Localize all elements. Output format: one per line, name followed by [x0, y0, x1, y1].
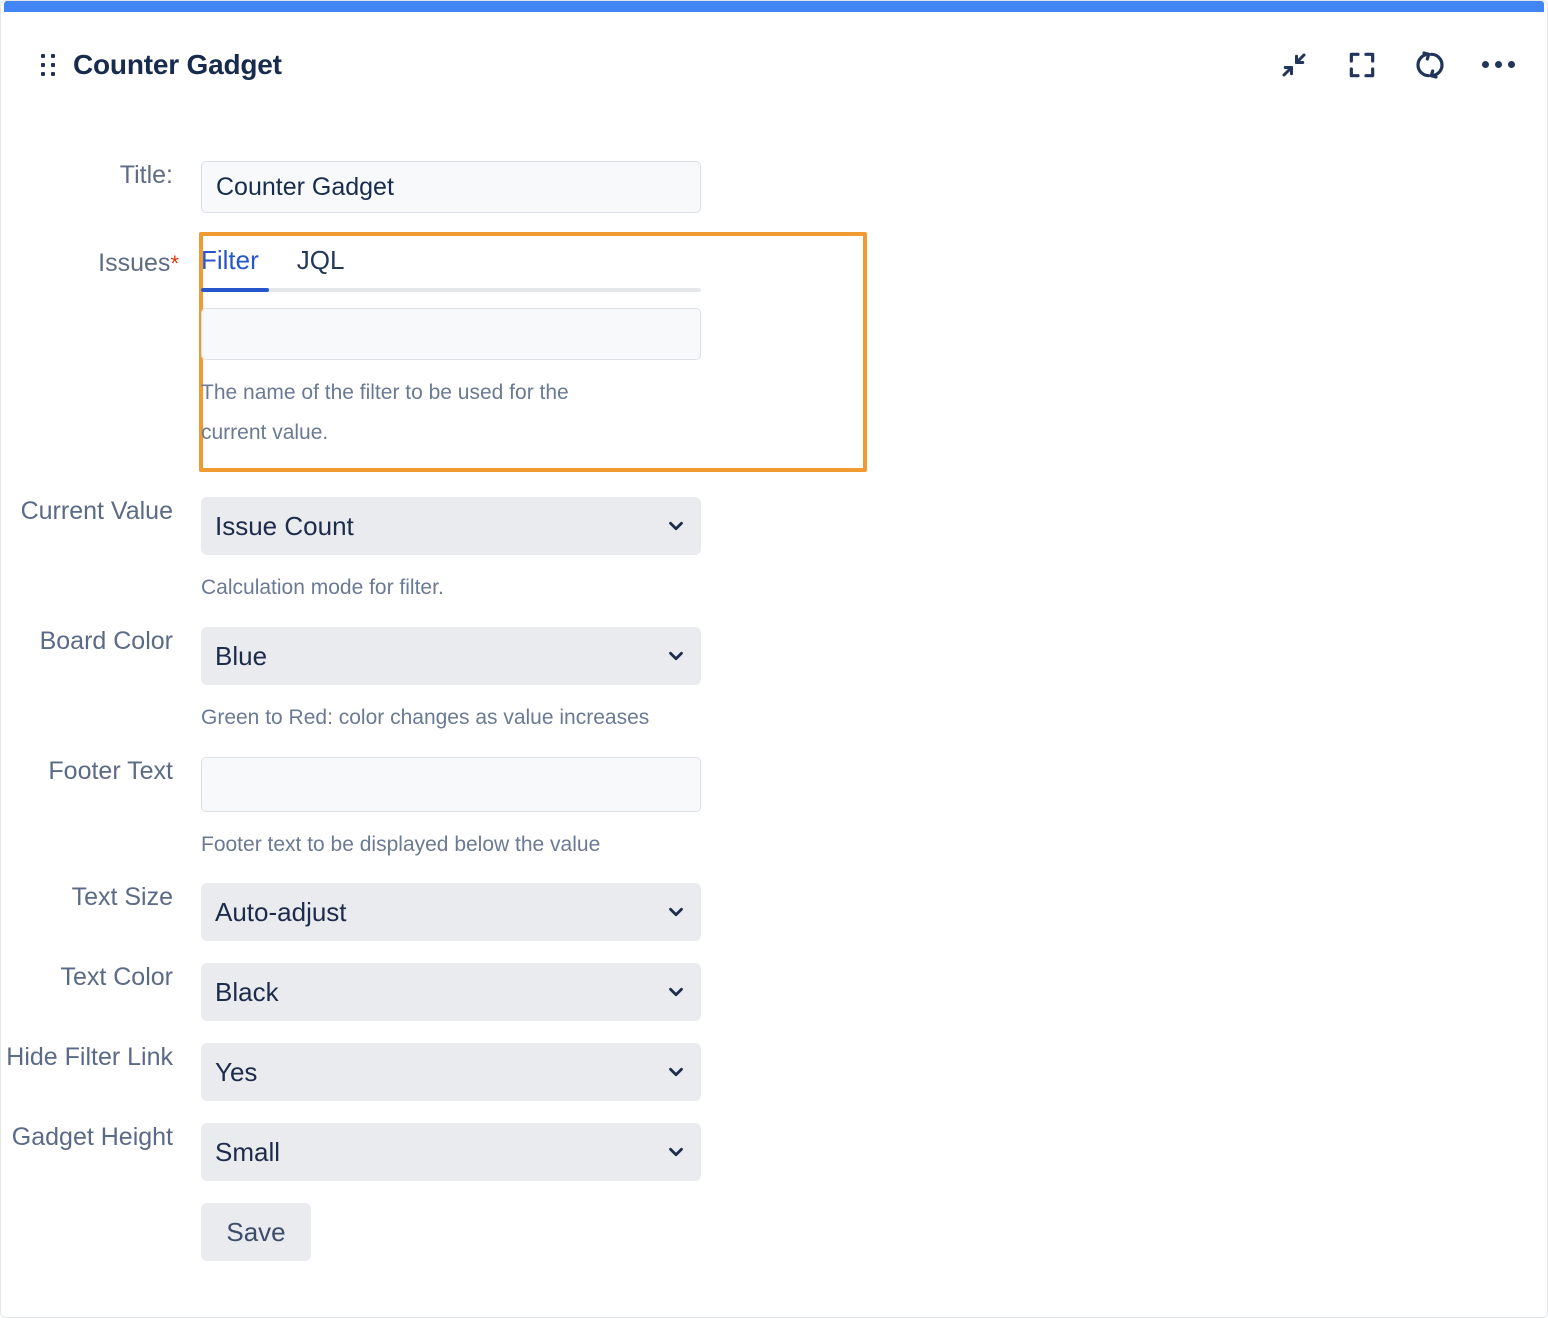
hide-filter-link-label: Hide Filter Link: [1, 1043, 201, 1072]
chevron-down-icon: [665, 645, 687, 667]
board-color-help-text: Green to Red: color changes as value inc…: [201, 698, 721, 738]
board-color-label: Board Color: [1, 627, 201, 656]
text-size-selected: Auto-adjust: [215, 897, 347, 928]
gadget-header: Counter Gadget: [1, 12, 1547, 117]
chevron-down-icon: [665, 981, 687, 1003]
field-gadget-height: Gadget Height Small: [1, 1123, 701, 1181]
required-asterisk: *: [170, 251, 179, 276]
field-board-color: Board Color Blue Green to Red: color cha…: [1, 627, 701, 738]
board-color-select[interactable]: Blue: [201, 627, 701, 685]
gadget-window: Counter Gadget: [0, 0, 1548, 1318]
issues-label: Issues*: [1, 245, 201, 278]
field-hide-filter-link: Hide Filter Link Yes: [1, 1043, 701, 1101]
issues-label-text: Issues: [98, 249, 170, 277]
current-value-label: Current Value: [1, 497, 201, 526]
field-current-value: Current Value Issue Count Calculation mo…: [1, 497, 701, 608]
drag-handle-icon[interactable]: [41, 53, 55, 77]
maximize-icon[interactable]: [1343, 46, 1381, 84]
field-text-color: Text Color Black: [1, 963, 701, 1021]
footer-text-label: Footer Text: [1, 757, 201, 786]
current-value-select[interactable]: Issue Count: [201, 497, 701, 555]
current-value-selected: Issue Count: [215, 511, 354, 542]
tabs-underline: [201, 288, 701, 292]
text-color-select[interactable]: Black: [201, 963, 701, 1021]
filter-name-input[interactable]: [201, 308, 701, 360]
gadget-title: Counter Gadget: [73, 49, 282, 81]
footer-text-help-text: Footer text to be displayed below the va…: [201, 825, 721, 865]
field-footer-text: Footer Text Footer text to be displayed …: [1, 757, 701, 865]
title-input[interactable]: [201, 161, 701, 213]
refresh-icon[interactable]: [1411, 46, 1449, 84]
text-size-label: Text Size: [1, 883, 201, 912]
field-issues: Issues* Filter JQL The name of the filte…: [1, 245, 701, 453]
footer-text-input[interactable]: [201, 757, 701, 812]
hide-filter-link-select[interactable]: Yes: [201, 1043, 701, 1101]
gadget-config-form: Title: Issues* Filter JQL The n: [1, 117, 1547, 1317]
save-button[interactable]: Save: [201, 1203, 311, 1261]
window-accent-bar: [4, 1, 1544, 12]
collapse-icon[interactable]: [1275, 46, 1313, 84]
gadget-height-selected: Small: [215, 1137, 280, 1168]
tab-jql[interactable]: JQL: [297, 245, 345, 278]
tab-filter[interactable]: Filter: [201, 245, 259, 278]
save-row: . Save: [1, 1203, 701, 1261]
issues-tabs: Filter JQL: [201, 245, 701, 292]
chevron-down-icon: [665, 901, 687, 923]
chevron-down-icon: [665, 1141, 687, 1163]
text-color-selected: Black: [215, 977, 279, 1008]
gadget-height-select[interactable]: Small: [201, 1123, 701, 1181]
field-title: Title:: [1, 161, 701, 213]
text-color-label: Text Color: [1, 963, 201, 992]
board-color-selected: Blue: [215, 641, 267, 672]
hide-filter-link-selected: Yes: [215, 1057, 257, 1088]
title-label: Title:: [1, 161, 201, 190]
more-options-icon[interactable]: [1479, 46, 1517, 84]
gadget-height-label: Gadget Height: [1, 1123, 201, 1152]
chevron-down-icon: [665, 515, 687, 537]
header-actions: [1275, 46, 1517, 84]
issues-help-text: The name of the filter to be used for th…: [201, 373, 631, 453]
field-text-size: Text Size Auto-adjust: [1, 883, 701, 941]
current-value-help-text: Calculation mode for filter.: [201, 568, 631, 608]
tab-active-indicator: [201, 288, 269, 292]
text-size-select[interactable]: Auto-adjust: [201, 883, 701, 941]
chevron-down-icon: [665, 1061, 687, 1083]
